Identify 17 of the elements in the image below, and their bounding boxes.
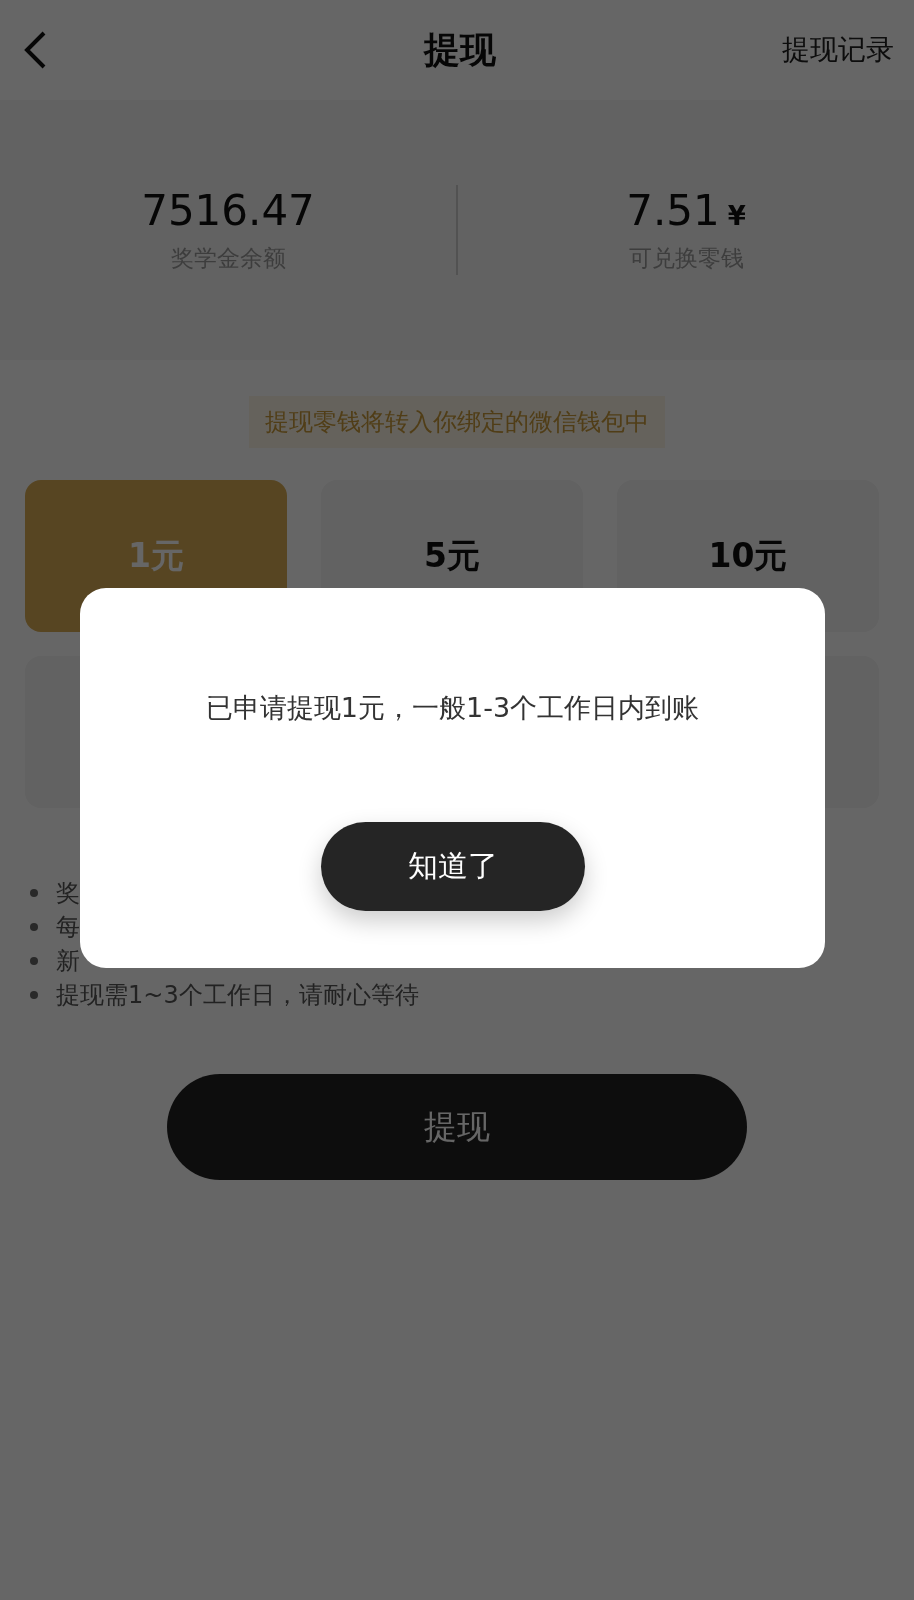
- history-link[interactable]: 提现记录: [782, 31, 894, 69]
- dialog-message: 已申请提现1元，一般1-3个工作日内到账: [205, 691, 700, 725]
- stat-value: 7.51 ¥: [626, 186, 746, 235]
- page-title: 提现: [424, 27, 496, 72]
- notice-banner: 提现零钱将转入你绑定的微信钱包中: [249, 396, 665, 448]
- stat-value: 7516.47: [141, 186, 315, 235]
- rule-text: 提现需1~3个工作日，请耐心等待: [56, 980, 419, 1011]
- confirm-button[interactable]: 知道了: [320, 822, 585, 911]
- bullet-dot: [30, 957, 38, 965]
- bullet-dot: [30, 923, 38, 931]
- withdraw-button[interactable]: 提现: [167, 1074, 747, 1180]
- rule-text: 每: [56, 912, 80, 943]
- rule-text: 新: [56, 946, 80, 977]
- back-icon[interactable]: [22, 30, 48, 70]
- bullet-dot: [30, 991, 38, 999]
- bullet-dot: [30, 889, 38, 897]
- rule-text: 奖: [56, 878, 80, 909]
